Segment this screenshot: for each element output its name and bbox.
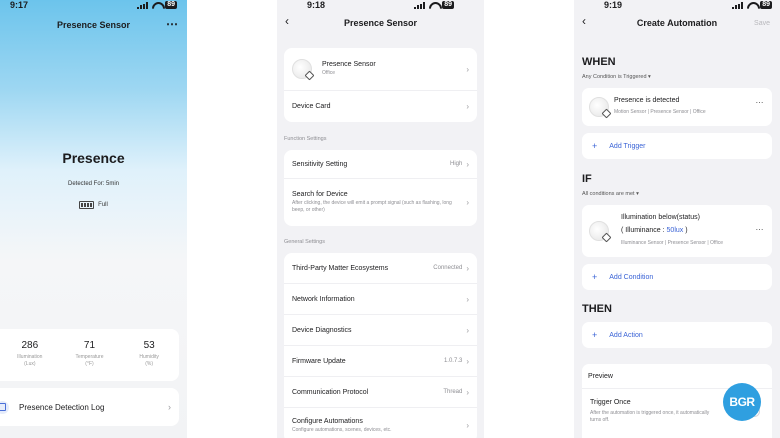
- chevron-right-icon: ›: [466, 325, 469, 335]
- condition-detail: ( Illuminance : 50lux ): [621, 227, 688, 234]
- function-settings-card: Sensitivity Setting High › Search for De…: [284, 150, 477, 226]
- stat-humidity: 53 Humidity (%): [139, 340, 159, 367]
- plus-icon: +: [592, 272, 598, 282]
- plus-icon: +: [592, 330, 598, 340]
- device-card-row[interactable]: Device Card ›: [284, 91, 477, 122]
- presence-state: Presence: [62, 150, 125, 166]
- when-condition-select[interactable]: Any Condition is Triggered ▾: [582, 74, 651, 80]
- chevron-right-icon: ›: [466, 263, 469, 273]
- trigger-card[interactable]: Presence is detected Motion Sensor | Pre…: [582, 88, 772, 126]
- when-heading: WHEN: [582, 56, 616, 68]
- if-condition-select[interactable]: All conditions are met ▾: [582, 191, 639, 197]
- bgr-watermark-logo: BGR: [723, 383, 761, 421]
- configure-automations-row[interactable]: Configure Automations Configure automati…: [284, 408, 477, 438]
- presence-log-row[interactable]: Presence Detection Log ›: [0, 388, 179, 426]
- clock: 9:17: [10, 0, 29, 10]
- battery-status: Full: [0, 201, 187, 209]
- condition-card[interactable]: Illumination below(status) ( Illuminance…: [582, 205, 772, 257]
- trigger-once-title: Trigger Once: [590, 399, 631, 406]
- more-options-icon[interactable]: ⋯: [756, 98, 765, 107]
- firmware-update-row[interactable]: Firmware Update 1.0.7.3 ›: [284, 346, 477, 377]
- battery-icon: 89: [165, 1, 177, 9]
- chevron-right-icon: ›: [466, 356, 469, 366]
- device-diagnostics-row[interactable]: Device Diagnostics ›: [284, 315, 477, 346]
- page-title: Create Automation: [636, 18, 718, 28]
- condition-subtitle: Illuminance Sensor | Presence Sensor | O…: [621, 240, 723, 246]
- chevron-right-icon: ›: [466, 294, 469, 304]
- trigger-once-desc: After the automation is triggered once, …: [590, 410, 710, 423]
- log-icon: [0, 400, 9, 414]
- device-settings-screen: 9:18 89 ‹ Presence Sensor Presence Senso…: [277, 0, 484, 438]
- illuminance-sensor-icon: [589, 221, 609, 241]
- sensitivity-setting-row[interactable]: Sensitivity Setting High ›: [284, 150, 477, 179]
- save-button[interactable]: Save: [754, 20, 770, 27]
- battery-level-icon: [79, 201, 95, 209]
- condition-title: Illumination below(status): [621, 214, 700, 221]
- device-room: Office: [322, 70, 335, 76]
- device-name: Presence Sensor: [322, 61, 376, 68]
- chevron-right-icon: ›: [466, 102, 469, 111]
- page-title: Presence Sensor: [343, 18, 418, 28]
- device-home-screen: 9:17 89 Presence Sensor ⋯ Presence Detec…: [0, 0, 187, 438]
- chevron-right-icon: ›: [466, 421, 469, 430]
- motion-sensor-icon: [589, 97, 609, 117]
- chevron-right-icon: ›: [466, 387, 469, 397]
- function-settings-label: Function Settings: [284, 136, 327, 142]
- sensor-stats-card: 286 Illumination (Lux) 71 Temperature (°F)…: [0, 329, 179, 381]
- stat-illumination: 286 Illumination (Lux): [17, 340, 43, 367]
- cellular-signal-icon: [137, 1, 149, 9]
- sensor-device-icon: [292, 59, 312, 79]
- device-row[interactable]: Presence Sensor Office ›: [284, 48, 477, 91]
- plus-icon: +: [592, 141, 598, 151]
- battery-status-label: Full: [98, 202, 108, 208]
- matter-ecosystems-row[interactable]: Third-Party Matter Ecosystems Connected …: [284, 253, 477, 284]
- nav-bar: ‹ Presence Sensor: [277, 0, 484, 34]
- wifi-icon: [152, 2, 161, 9]
- more-options-icon[interactable]: ⋯: [166, 17, 179, 31]
- network-information-row[interactable]: Network Information ›: [284, 284, 477, 315]
- add-condition-button[interactable]: + Add Condition: [582, 264, 772, 290]
- chevron-right-icon: ›: [466, 198, 469, 207]
- chevron-right-icon: ›: [466, 159, 469, 169]
- stat-temperature: 71 Temperature (°F): [75, 340, 104, 367]
- add-action-button[interactable]: + Add Action: [582, 322, 772, 348]
- create-automation-screen: 9:19 89 ‹ Create Automation Save WHEN An…: [574, 0, 780, 438]
- trigger-subtitle: Motion Sensor | Presence Sensor | Office: [614, 109, 706, 115]
- then-heading: THEN: [582, 303, 612, 315]
- chevron-right-icon: ›: [466, 64, 469, 74]
- page-title: Presence Sensor: [56, 20, 131, 30]
- chevron-right-icon: ›: [168, 402, 171, 412]
- status-bar: 9:17 89: [0, 0, 187, 10]
- trigger-title: Presence is detected: [614, 97, 680, 104]
- general-settings-card: Third-Party Matter Ecosystems Connected …: [284, 253, 477, 438]
- if-heading: IF: [582, 173, 592, 185]
- communication-protocol-row[interactable]: Communication Protocol Thread ›: [284, 377, 477, 408]
- device-header-card: Presence Sensor Office › Device Card ›: [284, 48, 477, 122]
- general-settings-label: General Settings: [284, 239, 325, 245]
- screenshot-collage: 9:17 89 Presence Sensor ⋯ Presence Detec…: [0, 0, 780, 438]
- detected-duration: Detected For: 5min: [67, 181, 120, 187]
- preview-label: Preview: [588, 373, 613, 380]
- add-trigger-button[interactable]: + Add Trigger: [582, 133, 772, 159]
- more-options-icon[interactable]: ⋯: [756, 225, 765, 234]
- search-device-row[interactable]: Search for Device After clicking, the de…: [284, 179, 477, 226]
- nav-bar: ‹ Create Automation Save: [574, 0, 780, 34]
- presence-log-label: Presence Detection Log: [19, 402, 105, 412]
